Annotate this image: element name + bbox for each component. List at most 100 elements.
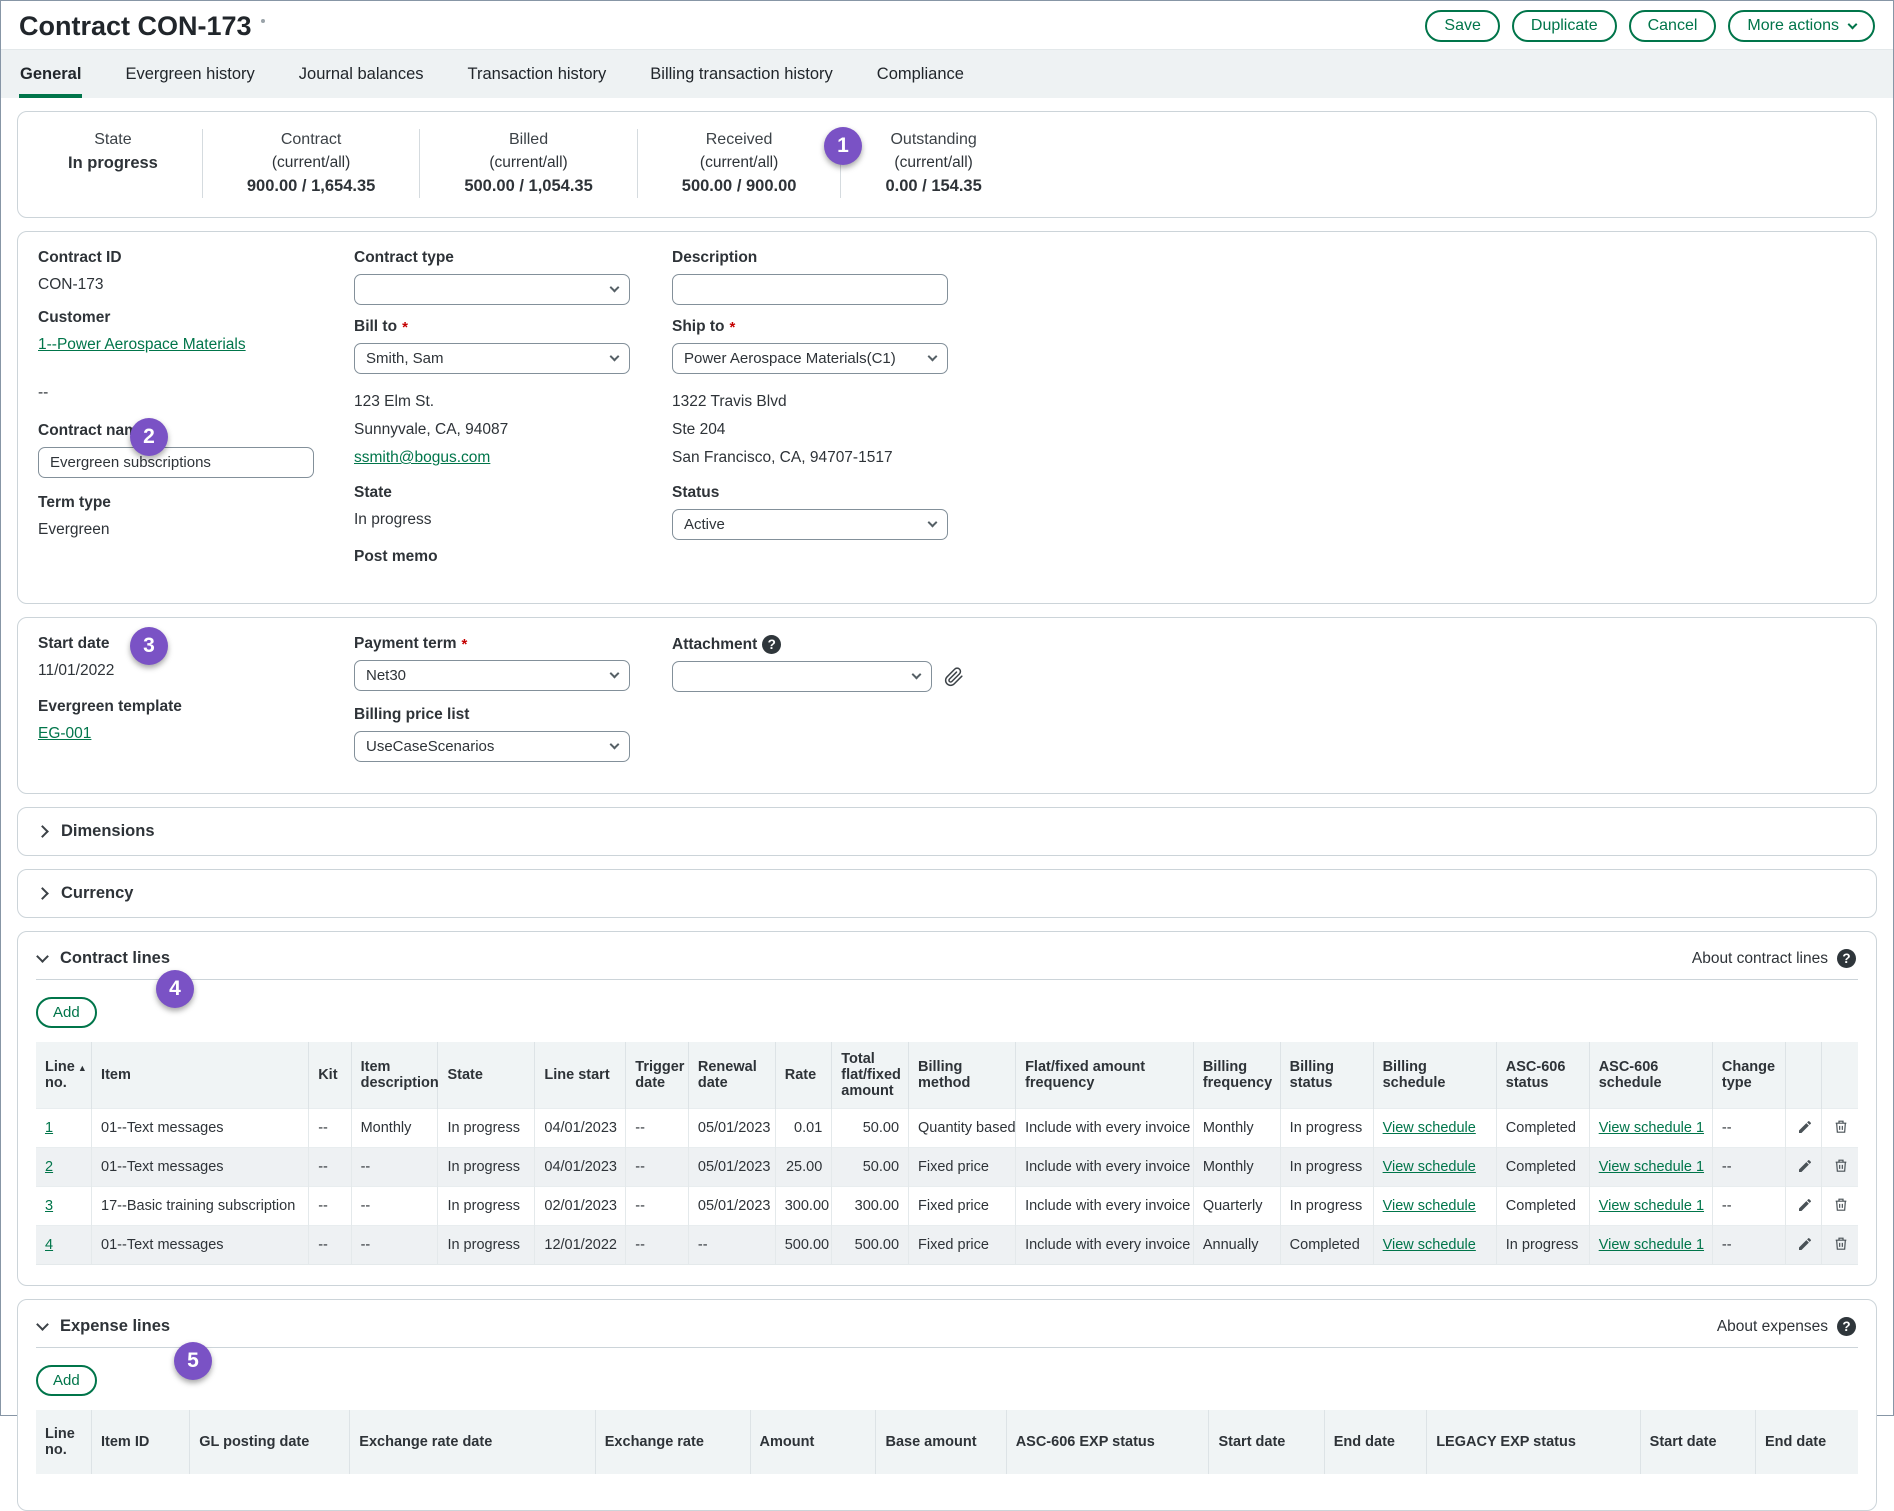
column-header-item-id[interactable]: Item ID [92,1410,190,1474]
cell-link[interactable]: View schedule 1 [1599,1198,1704,1214]
column-header-asc-606-schedule[interactable]: ASC-606 schedule [1589,1042,1712,1109]
column-header-asc-606-status[interactable]: ASC-606 status [1496,1042,1589,1109]
column-header-start-date[interactable]: Start date [1209,1410,1324,1474]
column-header-exchange-rate[interactable]: Exchange rate [595,1410,750,1474]
title-marker-icon [261,19,265,23]
attachment-label-text: Attachment [672,636,757,654]
cell: -- [309,1109,351,1148]
edit-icon[interactable] [1795,1195,1815,1218]
about-contract-lines-link[interactable]: About contract lines [1692,950,1828,968]
column-header-billing-frequency[interactable]: Billing frequency [1193,1042,1280,1109]
paperclip-icon[interactable] [944,667,964,687]
column-header-state[interactable]: State [438,1042,535,1109]
term-type-label: Term type [38,494,354,512]
column-header-total-flat-fixed-amount[interactable]: Total flat/fixed amount [832,1042,909,1109]
tab-evergreen-history[interactable]: Evergreen history [124,50,255,98]
tab-billing-transaction-history[interactable]: Billing transaction history [649,50,834,98]
column-header-end-date[interactable]: End date [1324,1410,1426,1474]
help-icon[interactable]: ? [1837,1317,1856,1336]
edit-icon[interactable] [1795,1234,1815,1257]
add-contract-line-button[interactable]: Add [36,997,97,1028]
column-header-base-amount[interactable]: Base amount [876,1410,1006,1474]
column-header-line-start[interactable]: Line start [535,1042,626,1109]
ship-address-line1: 1322 Travis Blvd [672,388,1002,416]
column-header-end-date[interactable]: End date [1755,1410,1858,1474]
save-button[interactable]: Save [1425,10,1499,42]
column-header-legacy-exp-status[interactable]: LEGACY EXP status [1427,1410,1640,1474]
column-header-change-type[interactable]: Change type [1712,1042,1785,1109]
start-date-label: Start date [38,635,354,653]
help-icon[interactable]: ? [1837,949,1856,968]
column-header-flat-fixed-amount-frequency[interactable]: Flat/fixed amount frequency [1016,1042,1194,1109]
column-header-kit[interactable]: Kit [309,1042,351,1109]
column-header-renewal-date[interactable]: Renewal date [688,1042,775,1109]
schedule-column-1: Start date 11/01/2022 Evergreen template… [38,635,354,775]
delete-icon[interactable] [1831,1194,1851,1218]
tab-general[interactable]: General [19,50,82,98]
contract-name-input[interactable]: Evergreen subscriptions [38,447,314,478]
delete-icon[interactable] [1831,1116,1851,1140]
column-header-asc-606-exp-status[interactable]: ASC-606 EXP status [1006,1410,1209,1474]
dimensions-section-toggle[interactable]: Dimensions [17,807,1877,856]
ship-address-line3: San Francisco, CA, 94707-1517 [672,444,1002,472]
cell-link[interactable]: View schedule 1 [1599,1120,1704,1136]
cell-link[interactable]: View schedule [1383,1237,1476,1253]
contract-lines-section-toggle[interactable]: Contract lines [38,949,170,968]
ship-to-select[interactable]: Power Aerospace Materials(C1) [672,343,948,374]
cancel-button[interactable]: Cancel [1629,10,1717,42]
cell-link[interactable]: View schedule [1383,1159,1476,1175]
cell-link[interactable]: View schedule 1 [1599,1159,1704,1175]
status-select[interactable]: Active [672,509,948,540]
column-header-gl-posting-date[interactable]: GL posting date [190,1410,350,1474]
cell: 3 [36,1187,92,1226]
help-icon[interactable]: ? [762,635,781,654]
column-header-amount[interactable]: Amount [750,1410,876,1474]
cell-link[interactable]: View schedule [1383,1120,1476,1136]
page-title: Contract CON-173 [19,11,265,42]
payment-term-select[interactable]: Net30 [354,660,630,691]
about-expenses-link[interactable]: About expenses [1717,1318,1828,1336]
billing-price-list-select[interactable]: UseCaseScenarios [354,731,630,762]
evergreen-template-link[interactable]: EG-001 [38,725,91,742]
tab-journal-balances[interactable]: Journal balances [298,50,425,98]
more-actions-button[interactable]: More actions [1728,10,1875,42]
cell-link[interactable]: 4 [45,1237,53,1253]
column-header-line-no-[interactable]: Line▲no. [36,1042,92,1109]
tab-transaction-history[interactable]: Transaction history [467,50,608,98]
delete-icon[interactable] [1831,1155,1851,1179]
cell-link[interactable]: 3 [45,1198,53,1214]
cell-link[interactable]: View schedule 1 [1599,1237,1704,1253]
cell: In progress [1280,1109,1373,1148]
description-input[interactable] [672,274,948,305]
edit-icon[interactable] [1795,1156,1815,1179]
delete-icon[interactable] [1831,1233,1851,1257]
attachment-select[interactable] [672,661,932,692]
cell: View schedule [1373,1226,1496,1265]
tab-compliance[interactable]: Compliance [876,50,965,98]
expense-lines-section-toggle[interactable]: Expense lines [38,1317,170,1336]
column-header-item-description[interactable]: Item description [351,1042,438,1109]
edit-icon[interactable] [1795,1117,1815,1140]
cell-link[interactable]: 2 [45,1159,53,1175]
cell: 04/01/2023 [535,1148,626,1187]
column-header-rate[interactable]: Rate [775,1042,832,1109]
currency-section-toggle[interactable]: Currency [17,869,1877,918]
add-expense-line-button[interactable]: Add [36,1365,97,1396]
column-header-trigger-date[interactable]: Trigger date [626,1042,689,1109]
column-header-line-no-[interactable]: Line no. [36,1410,92,1474]
contract-type-select[interactable] [354,274,630,305]
duplicate-button[interactable]: Duplicate [1512,10,1617,42]
bill-to-select[interactable]: Smith, Sam [354,343,630,374]
customer-link[interactable]: 1--Power Aerospace Materials [38,336,246,353]
required-icon: * [402,319,408,336]
bill-to-label-text: Bill to [354,318,397,336]
bill-to-email-link[interactable]: ssmith@bogus.com [354,449,490,466]
column-header-start-date[interactable]: Start date [1640,1410,1755,1474]
column-header-item[interactable]: Item [92,1042,309,1109]
cell-link[interactable]: 1 [45,1120,53,1136]
cell-link[interactable]: View schedule [1383,1198,1476,1214]
column-header-billing-status[interactable]: Billing status [1280,1042,1373,1109]
column-header-billing-schedule[interactable]: Billing schedule [1373,1042,1496,1109]
column-header-billing-method[interactable]: Billing method [909,1042,1016,1109]
column-header-exchange-rate-date[interactable]: Exchange rate date [350,1410,595,1474]
